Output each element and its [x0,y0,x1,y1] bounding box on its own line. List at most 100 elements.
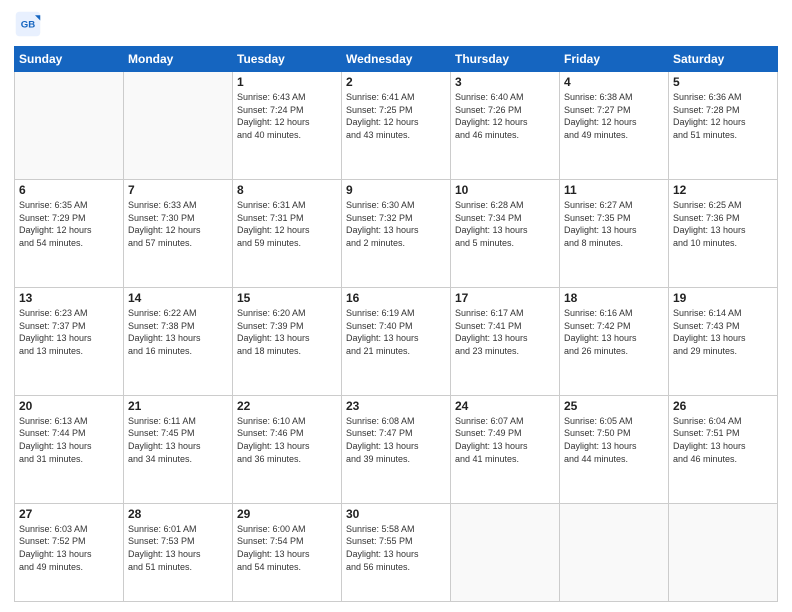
day-number: 6 [19,183,119,197]
calendar-cell: 22Sunrise: 6:10 AM Sunset: 7:46 PM Dayli… [233,395,342,503]
day-number: 18 [564,291,664,305]
calendar-cell: 24Sunrise: 6:07 AM Sunset: 7:49 PM Dayli… [451,395,560,503]
day-number: 15 [237,291,337,305]
weekday-header-monday: Monday [124,47,233,72]
day-info: Sunrise: 6:13 AM Sunset: 7:44 PM Dayligh… [19,415,119,465]
calendar-cell: 7Sunrise: 6:33 AM Sunset: 7:30 PM Daylig… [124,179,233,287]
day-number: 11 [564,183,664,197]
weekday-header-friday: Friday [560,47,669,72]
calendar-cell [560,503,669,601]
calendar-cell: 19 Sunrise: 6:14 AM Sunset: 7:43 PM Dayli… [669,287,778,395]
calendar-cell: 23 Sunrise: 6:08 AM Sunset: 7:47 PM Dayli… [342,395,451,503]
day-info: Sunrise: 6:31 AM Sunset: 7:31 PM Dayligh… [237,199,337,249]
calendar-cell: 4 Sunrise: 6:38 AM Sunset: 7:27 PM Daylig… [560,72,669,180]
day-number: 13 [19,291,119,305]
day-info: Sunrise: 6:05 AM Sunset: 7:50 PM Dayligh… [564,415,664,465]
week-row-5: 27 Sunrise: 6:03 AM Sunset: 7:52 PM Dayli… [15,503,778,601]
day-number: 9 [346,183,446,197]
day-info: Sunrise: 6:30 AM Sunset: 7:32 PM Dayligh… [346,199,446,249]
calendar-cell: 1 Sunrise: 6:43 AM Sunset: 7:24 PM Daylig… [233,72,342,180]
day-info: Sunrise: 6:16 AM Sunset: 7:42 PM Dayligh… [564,307,664,357]
day-number: 17 [455,291,555,305]
calendar-cell: 2 Sunrise: 6:41 AM Sunset: 7:25 PM Daylig… [342,72,451,180]
logo: GB [14,10,46,38]
day-info: Sunrise: 6:36 AM Sunset: 7:28 PM Dayligh… [673,91,773,141]
week-row-4: 20 Sunrise: 6:13 AM Sunset: 7:44 PM Dayli… [15,395,778,503]
calendar-cell: 10Sunrise: 6:28 AM Sunset: 7:34 PM Dayli… [451,179,560,287]
day-info: Sunrise: 6:17 AM Sunset: 7:41 PM Dayligh… [455,307,555,357]
calendar-cell: 8 Sunrise: 6:31 AM Sunset: 7:31 PM Daylig… [233,179,342,287]
day-info: Sunrise: 6:33 AM Sunset: 7:30 PM Dayligh… [128,199,228,249]
calendar-cell: 30Sunrise: 5:58 AM Sunset: 7:55 PM Dayli… [342,503,451,601]
day-info: Sunrise: 6:08 AM Sunset: 7:47 PM Dayligh… [346,415,446,465]
calendar-cell: 3 Sunrise: 6:40 AM Sunset: 7:26 PM Daylig… [451,72,560,180]
calendar-cell [451,503,560,601]
calendar-cell: 14 Sunrise: 6:22 AM Sunset: 7:38 PM Dayli… [124,287,233,395]
svg-text:GB: GB [21,20,35,31]
day-number: 3 [455,75,555,89]
day-number: 12 [673,183,773,197]
calendar-cell: 16 Sunrise: 6:19 AM Sunset: 7:40 PM Dayli… [342,287,451,395]
calendar-cell: 27 Sunrise: 6:03 AM Sunset: 7:52 PM Dayli… [15,503,124,601]
day-number: 21 [128,399,228,413]
calendar-table: SundayMondayTuesdayWednesdayThursdayFrid… [14,46,778,602]
day-number: 24 [455,399,555,413]
day-number: 8 [237,183,337,197]
page: GB SundayMondayTuesdayWednesdayThursdayF… [0,0,792,612]
calendar-cell: 25 Sunrise: 6:05 AM Sunset: 7:50 PM Dayli… [560,395,669,503]
day-number: 4 [564,75,664,89]
day-number: 28 [128,507,228,521]
day-info: Sunrise: 6:20 AM Sunset: 7:39 PM Dayligh… [237,307,337,357]
day-info: Sunrise: 6:01 AM Sunset: 7:53 PM Dayligh… [128,523,228,573]
weekday-header-saturday: Saturday [669,47,778,72]
day-number: 25 [564,399,664,413]
day-info: Sunrise: 5:58 AM Sunset: 7:55 PM Dayligh… [346,523,446,573]
calendar-header-row: SundayMondayTuesdayWednesdayThursdayFrid… [15,47,778,72]
day-info: Sunrise: 6:38 AM Sunset: 7:27 PM Dayligh… [564,91,664,141]
calendar-cell: 11 Sunrise: 6:27 AM Sunset: 7:35 PM Dayli… [560,179,669,287]
day-number: 23 [346,399,446,413]
day-number: 29 [237,507,337,521]
day-number: 26 [673,399,773,413]
day-info: Sunrise: 6:03 AM Sunset: 7:52 PM Dayligh… [19,523,119,573]
calendar-cell [124,72,233,180]
calendar-cell: 5 Sunrise: 6:36 AM Sunset: 7:28 PM Daylig… [669,72,778,180]
day-number: 27 [19,507,119,521]
day-number: 14 [128,291,228,305]
day-info: Sunrise: 6:25 AM Sunset: 7:36 PM Dayligh… [673,199,773,249]
day-info: Sunrise: 6:43 AM Sunset: 7:24 PM Dayligh… [237,91,337,141]
weekday-header-wednesday: Wednesday [342,47,451,72]
day-number: 2 [346,75,446,89]
weekday-header-tuesday: Tuesday [233,47,342,72]
calendar-cell: 29Sunrise: 6:00 AM Sunset: 7:54 PM Dayli… [233,503,342,601]
calendar-cell [15,72,124,180]
calendar-cell: 20 Sunrise: 6:13 AM Sunset: 7:44 PM Dayli… [15,395,124,503]
day-info: Sunrise: 6:41 AM Sunset: 7:25 PM Dayligh… [346,91,446,141]
calendar-cell: 6 Sunrise: 6:35 AM Sunset: 7:29 PM Daylig… [15,179,124,287]
day-number: 16 [346,291,446,305]
day-info: Sunrise: 6:40 AM Sunset: 7:26 PM Dayligh… [455,91,555,141]
day-info: Sunrise: 6:14 AM Sunset: 7:43 PM Dayligh… [673,307,773,357]
day-number: 22 [237,399,337,413]
day-number: 1 [237,75,337,89]
calendar-cell: 15 Sunrise: 6:20 AM Sunset: 7:39 PM Dayli… [233,287,342,395]
day-number: 10 [455,183,555,197]
week-row-1: 1 Sunrise: 6:43 AM Sunset: 7:24 PM Daylig… [15,72,778,180]
day-info: Sunrise: 6:35 AM Sunset: 7:29 PM Dayligh… [19,199,119,249]
day-info: Sunrise: 6:22 AM Sunset: 7:38 PM Dayligh… [128,307,228,357]
day-info: Sunrise: 6:27 AM Sunset: 7:35 PM Dayligh… [564,199,664,249]
day-info: Sunrise: 6:23 AM Sunset: 7:37 PM Dayligh… [19,307,119,357]
day-number: 19 [673,291,773,305]
calendar-cell: 12 Sunrise: 6:25 AM Sunset: 7:36 PM Dayli… [669,179,778,287]
day-number: 20 [19,399,119,413]
calendar-cell [669,503,778,601]
week-row-3: 13 Sunrise: 6:23 AM Sunset: 7:37 PM Dayli… [15,287,778,395]
calendar-cell: 26Sunrise: 6:04 AM Sunset: 7:51 PM Dayli… [669,395,778,503]
calendar-cell: 21Sunrise: 6:11 AM Sunset: 7:45 PM Dayli… [124,395,233,503]
header: GB [14,10,778,38]
calendar-cell: 28 Sunrise: 6:01 AM Sunset: 7:53 PM Dayli… [124,503,233,601]
calendar-cell: 18 Sunrise: 6:16 AM Sunset: 7:42 PM Dayli… [560,287,669,395]
day-number: 5 [673,75,773,89]
day-info: Sunrise: 6:19 AM Sunset: 7:40 PM Dayligh… [346,307,446,357]
week-row-2: 6 Sunrise: 6:35 AM Sunset: 7:29 PM Daylig… [15,179,778,287]
